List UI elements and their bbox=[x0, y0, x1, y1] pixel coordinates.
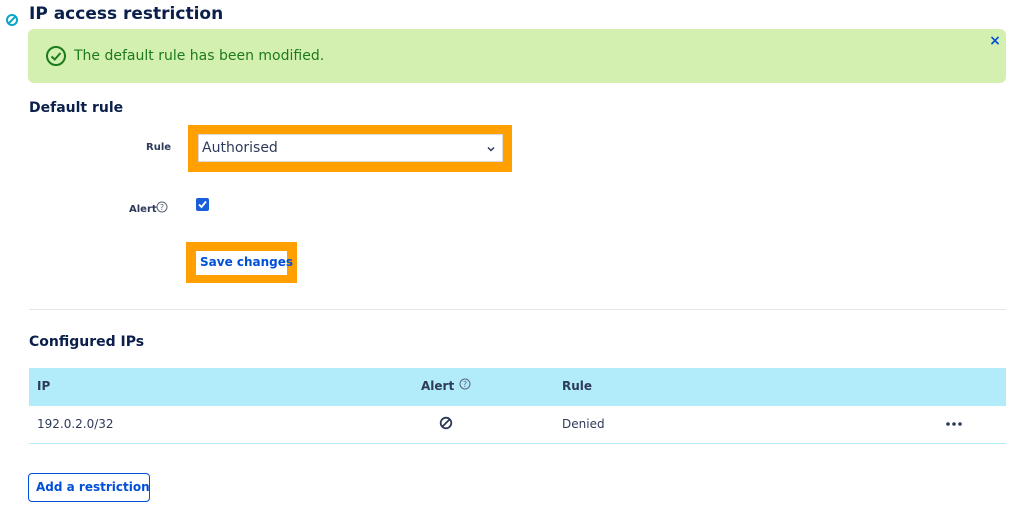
more-options-icon[interactable] bbox=[944, 418, 964, 430]
success-notification: The default rule has been modified. × bbox=[28, 29, 1006, 83]
rule-label: Rule bbox=[146, 142, 172, 153]
checkmark-icon bbox=[198, 200, 207, 209]
help-icon[interactable]: ? bbox=[459, 378, 471, 390]
svg-text:?: ? bbox=[463, 380, 467, 389]
disabled-icon bbox=[439, 416, 453, 430]
close-icon[interactable]: × bbox=[987, 33, 1003, 49]
alert-checkbox[interactable] bbox=[196, 198, 209, 211]
section-divider bbox=[29, 309, 1006, 310]
table-row: 192.0.2.0/32 Denied bbox=[29, 406, 1006, 444]
column-header-ip: IP bbox=[37, 379, 51, 393]
help-icon[interactable]: ? bbox=[156, 201, 168, 213]
success-check-icon bbox=[46, 46, 66, 66]
page-title: IP access restriction bbox=[29, 4, 224, 24]
table-header: IP Alert ? Rule bbox=[29, 368, 1006, 406]
rule-select[interactable]: Authorised bbox=[198, 134, 503, 162]
column-header-rule: Rule bbox=[562, 379, 593, 393]
notification-message: The default rule has been modified. bbox=[74, 48, 325, 64]
add-restriction-label: Add a restriction bbox=[36, 480, 150, 494]
svg-text:?: ? bbox=[160, 203, 164, 212]
alert-label: Alert bbox=[129, 204, 157, 215]
add-restriction-button[interactable]: Add a restriction bbox=[28, 473, 150, 502]
rule-cell: Denied bbox=[562, 417, 605, 431]
column-header-alert: Alert bbox=[421, 379, 455, 393]
rule-select-value: Authorised bbox=[202, 140, 278, 156]
save-changes-button[interactable]: Save changes bbox=[196, 251, 293, 275]
chevron-down-icon bbox=[487, 146, 495, 152]
default-rule-heading: Default rule bbox=[29, 100, 124, 116]
save-changes-label: Save changes bbox=[200, 255, 294, 269]
restriction-icon bbox=[6, 14, 18, 26]
configured-ips-heading: Configured IPs bbox=[29, 334, 145, 350]
ip-cell: 192.0.2.0/32 bbox=[37, 417, 114, 431]
